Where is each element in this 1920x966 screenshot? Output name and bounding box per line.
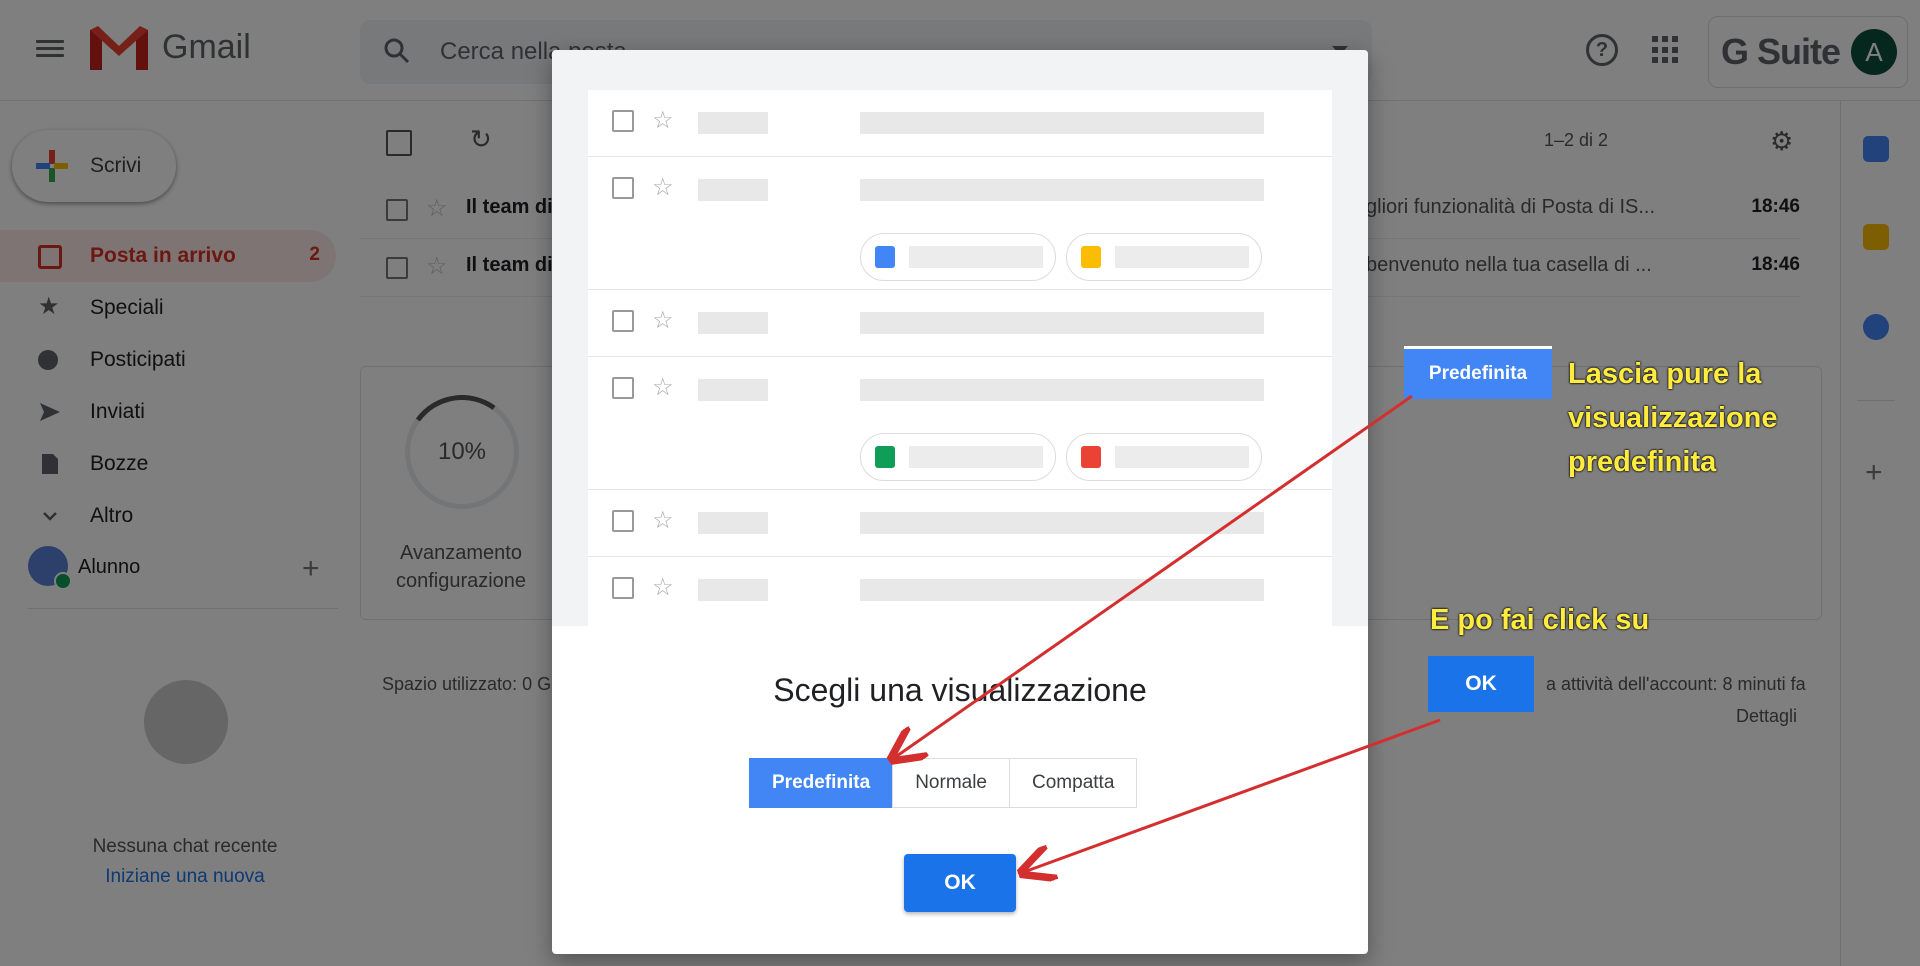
option-default[interactable]: Predefinita — [749, 758, 894, 808]
annotation-note-2: E po fai click su — [1430, 604, 1650, 636]
list-item: ☆ — [588, 290, 1332, 357]
option-normal[interactable]: Normale — [892, 758, 1011, 808]
attachment-chip — [860, 233, 1056, 281]
option-compact[interactable]: Compatta — [1009, 758, 1138, 808]
preview-checkbox — [612, 310, 634, 332]
attachment-chip — [1066, 233, 1262, 281]
density-dialog: ☆ ☆ ☆ ☆ ☆ ☆ Scegli una visualizzazione P… — [552, 50, 1368, 954]
placeholder-bar — [860, 312, 1264, 334]
list-item: ☆ — [588, 357, 1332, 490]
preview-list: ☆ ☆ ☆ ☆ ☆ ☆ — [588, 90, 1332, 629]
placeholder-bar — [1115, 446, 1249, 468]
list-item: ☆ — [588, 157, 1332, 290]
placeholder-bar — [698, 112, 768, 134]
placeholder-bar — [860, 579, 1264, 601]
ok-button[interactable]: OK — [904, 854, 1016, 912]
star-icon: ☆ — [652, 174, 674, 201]
slides-icon — [1081, 246, 1101, 268]
attachment-chip — [860, 433, 1056, 481]
placeholder-bar — [698, 179, 768, 201]
placeholder-bar — [860, 512, 1264, 534]
annotation-note-1: Lascia pure la visualizzazione predefini… — [1568, 352, 1778, 484]
placeholder-bar — [909, 246, 1043, 268]
attachment-chip — [1066, 433, 1262, 481]
list-item: ☆ — [588, 490, 1332, 557]
placeholder-bar — [698, 379, 768, 401]
annotation-default-badge: Predefinita — [1404, 346, 1552, 399]
placeholder-bar — [1115, 246, 1249, 268]
preview-checkbox — [612, 377, 634, 399]
placeholder-bar — [860, 179, 1264, 201]
star-icon: ☆ — [652, 107, 674, 134]
placeholder-bar — [860, 112, 1264, 134]
placeholder-bar — [860, 379, 1264, 401]
image-icon — [1081, 446, 1101, 468]
star-icon: ☆ — [652, 507, 674, 534]
placeholder-bar — [909, 446, 1043, 468]
annotation-note-1-line2: visualizzazione — [1568, 402, 1778, 434]
dialog-title: Scegli una visualizzazione — [773, 672, 1147, 708]
preview-checkbox — [612, 577, 634, 599]
preview-checkbox — [612, 510, 634, 532]
annotation-ok-badge: OK — [1428, 656, 1534, 712]
preview-checkbox — [612, 177, 634, 199]
star-icon: ☆ — [652, 307, 674, 334]
list-item: ☆ — [588, 557, 1332, 629]
annotation-note-1-line3: predefinita — [1568, 446, 1717, 478]
density-preview: ☆ ☆ ☆ ☆ ☆ ☆ — [552, 50, 1368, 629]
density-selector[interactable]: Predefinita Normale Compatta — [749, 758, 1138, 808]
placeholder-bar — [698, 312, 768, 334]
sheets-icon — [875, 446, 895, 468]
star-icon: ☆ — [652, 574, 674, 601]
annotation-note-1-line1: Lascia pure la — [1568, 358, 1762, 390]
docs-icon — [875, 246, 895, 268]
preview-checkbox — [612, 110, 634, 132]
placeholder-bar — [698, 512, 768, 534]
placeholder-bar — [698, 579, 768, 601]
list-item: ☆ — [588, 90, 1332, 157]
star-icon: ☆ — [652, 374, 674, 401]
